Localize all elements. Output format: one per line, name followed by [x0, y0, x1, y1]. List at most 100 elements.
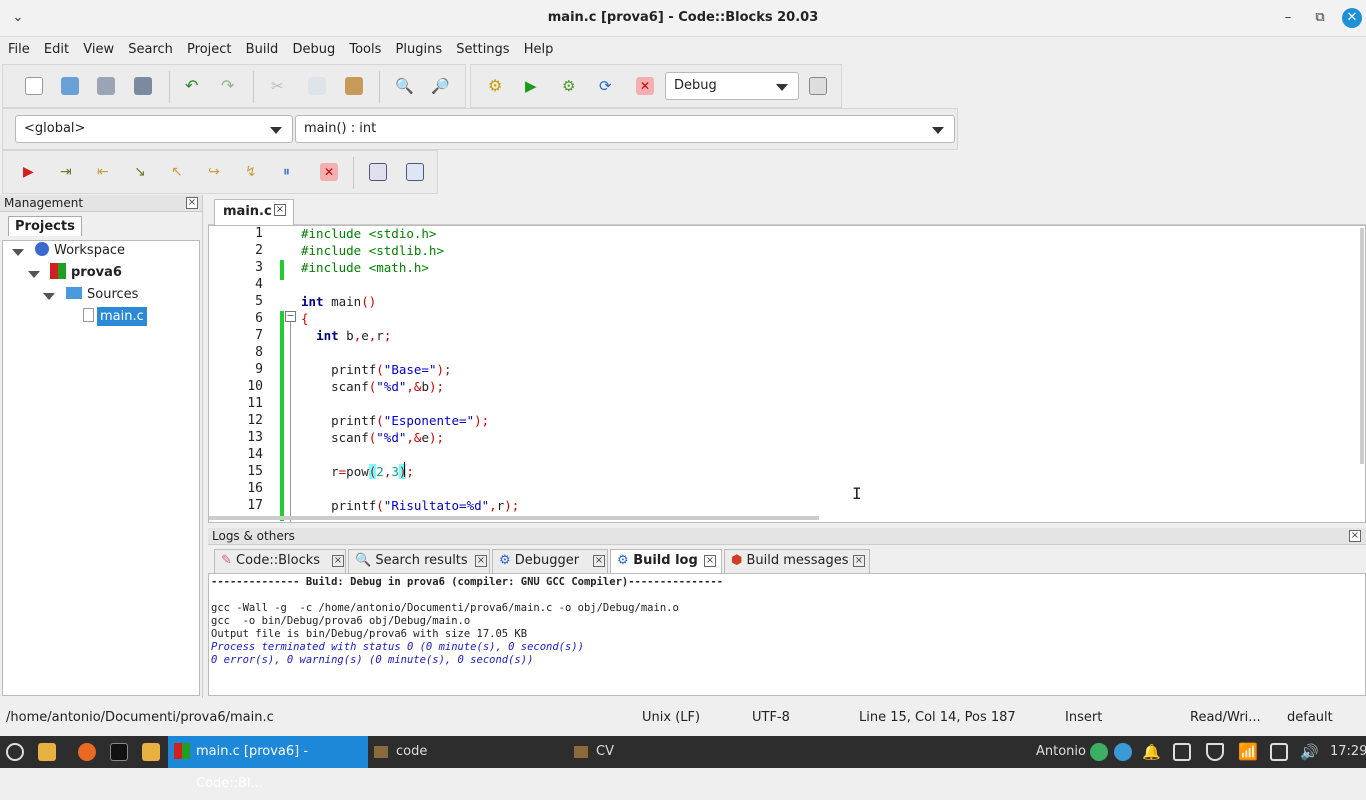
- step-out-icon[interactable]: ↖: [171, 163, 189, 181]
- step-into-icon[interactable]: ↘: [134, 163, 152, 181]
- menu-edit[interactable]: Edit: [36, 38, 69, 57]
- run-icon[interactable]: ▶: [525, 77, 543, 95]
- minimize-button[interactable]: –: [1278, 8, 1298, 28]
- debug-start-icon[interactable]: ▶: [23, 163, 41, 181]
- horizontal-scrollbar[interactable]: [209, 516, 819, 520]
- close-tab-icon[interactable]: ×: [274, 204, 286, 216]
- menu-tools[interactable]: Tools: [341, 38, 381, 57]
- menu-debug[interactable]: Debug: [284, 38, 335, 57]
- expand-sources-icon[interactable]: [43, 293, 55, 300]
- line-number: 8: [255, 345, 263, 360]
- codeblocks-icon: [174, 743, 190, 759]
- status-mode: Insert: [1065, 710, 1103, 725]
- save-all-icon[interactable]: [134, 77, 152, 95]
- tab-build-messages[interactable]: ⬢ Build messages: [724, 549, 870, 573]
- line-number: 12: [247, 413, 263, 428]
- expand-workspace-icon[interactable]: [12, 249, 24, 256]
- tree-item-workspace[interactable]: Workspace: [35, 241, 125, 261]
- task-code[interactable]: code: [368, 736, 564, 768]
- debugging-windows-icon[interactable]: [369, 163, 387, 181]
- scope-select[interactable]: <global>: [15, 115, 293, 143]
- new-file-icon[interactable]: [25, 77, 43, 95]
- open-file-icon[interactable]: [61, 77, 79, 95]
- task-codeblocks[interactable]: main.c [prova6] - Code::Bl...: [168, 736, 368, 791]
- build-gear-icon[interactable]: ⚙: [488, 77, 506, 95]
- tab-debugger[interactable]: ⚙ Debugger: [492, 549, 608, 573]
- menu-build[interactable]: Build: [238, 38, 279, 57]
- firefox-icon[interactable]: [78, 743, 96, 761]
- close-button[interactable]: ✕: [1342, 8, 1362, 28]
- run-to-cursor-icon[interactable]: ⇥: [60, 163, 78, 181]
- status-position: Line 15, Col 14, Pos 187: [859, 710, 1016, 725]
- code-editor[interactable]: – 1 #include <stdio.h> 2 #include <stdlib.h…: [208, 225, 1366, 523]
- abort-icon[interactable]: ✕: [636, 77, 654, 95]
- taskbar-clock[interactable]: 17:29: [1330, 744, 1366, 759]
- step-into-instruction-icon[interactable]: ↯: [245, 163, 263, 181]
- stop-debugger-icon[interactable]: ✕: [320, 163, 338, 181]
- menu-plugins[interactable]: Plugins: [388, 38, 443, 57]
- next-line-icon[interactable]: ⇤: [97, 163, 115, 181]
- build-target-select[interactable]: Debug: [665, 72, 799, 100]
- notifications-bell-icon[interactable]: 🔔: [1142, 743, 1161, 761]
- whatsapp-icon[interactable]: [1090, 743, 1108, 761]
- tab-search-results[interactable]: 🔍 Search results: [348, 549, 490, 573]
- menu-file[interactable]: File: [0, 38, 30, 57]
- show-select-target-icon[interactable]: [809, 77, 827, 95]
- function-select[interactable]: main() : int: [295, 115, 955, 143]
- volume-icon[interactable]: 🔊: [1300, 743, 1319, 761]
- pause-icon[interactable]: ⏸: [283, 163, 301, 181]
- terminal-icon[interactable]: [110, 743, 128, 761]
- close-tab-icon[interactable]: ×: [593, 555, 605, 567]
- build-log-output[interactable]: -------------- Build: Debug in prova6 (c…: [208, 573, 1366, 696]
- redo-icon[interactable]: ↷: [221, 77, 239, 95]
- find-icon[interactable]: 🔍: [395, 77, 414, 95]
- tree-item-main-c[interactable]: main.c: [83, 307, 147, 327]
- shield-icon[interactable]: [1206, 743, 1224, 761]
- folder-icon[interactable]: [142, 743, 160, 761]
- close-tab-icon[interactable]: ×: [332, 555, 344, 567]
- menu-help[interactable]: Help: [516, 38, 554, 57]
- status-encoding: UTF-8: [752, 710, 790, 725]
- vertical-scrollbar[interactable]: [1360, 228, 1364, 464]
- fold-collapse-icon[interactable]: –: [285, 311, 296, 322]
- maximize-button[interactable]: ⧉: [1310, 8, 1330, 28]
- rebuild-icon[interactable]: ⟳: [599, 77, 617, 95]
- menu-view[interactable]: View: [75, 38, 114, 57]
- task-cv[interactable]: CV: [568, 736, 764, 768]
- line-number: 4: [255, 277, 263, 292]
- window-title: main.c [prova6] - Code::Blocks 20.03: [547, 10, 819, 25]
- close-management-icon[interactable]: ×: [186, 197, 198, 209]
- copy-icon[interactable]: [308, 77, 326, 95]
- undo-icon[interactable]: ↶: [185, 77, 203, 95]
- telegram-icon[interactable]: [1114, 743, 1132, 761]
- close-tab-icon[interactable]: ×: [704, 555, 716, 567]
- paste-icon[interactable]: [345, 77, 363, 95]
- taskbar-user[interactable]: Antonio: [1036, 744, 1086, 759]
- tree-item-project[interactable]: prova6: [50, 263, 122, 283]
- expand-project-icon[interactable]: [28, 271, 40, 278]
- logs-panel: Logs & others × ✎ Code::Blocks 🔍 Search …: [208, 528, 1366, 698]
- sources-label: Sources: [87, 287, 139, 302]
- folder-icon: [374, 746, 388, 758]
- close-logs-icon[interactable]: ×: [1349, 530, 1361, 542]
- menu-project[interactable]: Project: [179, 38, 231, 57]
- menu-settings[interactable]: Settings: [448, 38, 509, 57]
- tab-codeblocks-log[interactable]: ✎ Code::Blocks: [214, 549, 346, 573]
- build-and-run-icon[interactable]: ⚙: [562, 77, 580, 95]
- various-info-icon[interactable]: [406, 163, 424, 181]
- clipboard-icon[interactable]: [1173, 743, 1191, 761]
- menu-search[interactable]: Search: [120, 38, 173, 57]
- close-tab-icon[interactable]: ×: [853, 555, 865, 567]
- mint-menu-icon[interactable]: [6, 743, 24, 761]
- files-icon[interactable]: [38, 743, 56, 761]
- tree-item-sources[interactable]: Sources: [66, 285, 138, 305]
- cut-icon[interactable]: ✂: [271, 77, 289, 95]
- next-instruction-icon[interactable]: ↪: [208, 163, 226, 181]
- replace-icon[interactable]: 🔎: [431, 77, 450, 95]
- battery-icon[interactable]: [1270, 743, 1288, 761]
- wifi-icon[interactable]: 📶: [1238, 743, 1258, 761]
- close-tab-icon[interactable]: ×: [475, 555, 487, 567]
- tab-projects[interactable]: Projects: [8, 216, 82, 236]
- line-number: 2: [255, 243, 263, 258]
- save-icon[interactable]: [97, 77, 115, 95]
